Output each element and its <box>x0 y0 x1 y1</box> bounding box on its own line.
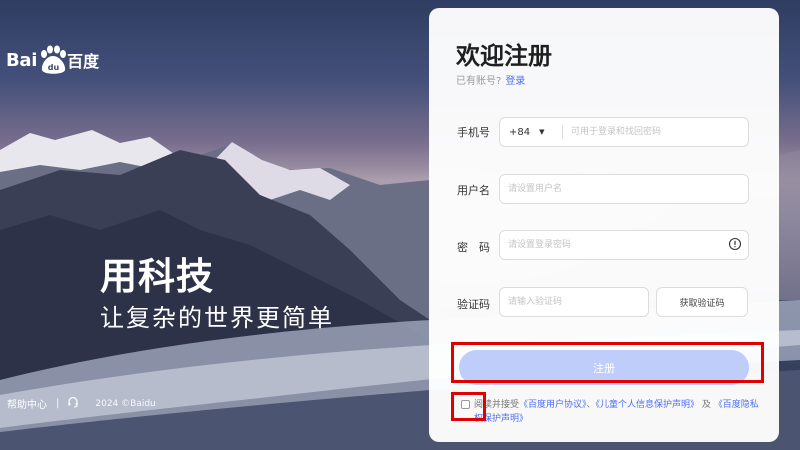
password-visibility-icon[interactable] <box>728 236 748 255</box>
paw-text: du <box>48 63 60 72</box>
agreement-separator: 、 <box>586 400 596 410</box>
password-field <box>499 230 749 260</box>
register-button[interactable]: 注册 <box>459 350 749 385</box>
login-prompt: 已有账号? 登录 <box>456 72 525 87</box>
logo-text: Bai <box>6 49 38 71</box>
username-input[interactable] <box>500 175 748 203</box>
username-field <box>499 174 749 204</box>
logo-chinese-text: 百度 <box>67 52 100 71</box>
headset-icon[interactable] <box>67 396 79 411</box>
copyright: 2024 ©Baidu <box>95 398 156 409</box>
slogan-title: 用科技 <box>100 255 214 298</box>
agreement-prefix: 阅读并接受 <box>474 400 520 410</box>
user-agreement-link[interactable]: 《百度用户协议》 <box>519 400 587 410</box>
phone-input[interactable] <box>563 118 748 146</box>
page-title: 欢迎注册 <box>456 42 552 70</box>
paw-icon: du <box>36 45 68 75</box>
baidu-logo[interactable]: Bai du 百度 <box>6 42 99 78</box>
phone-field: +84 ▼ <box>499 117 749 147</box>
country-code-value: +84 <box>509 126 531 138</box>
phone-label: 手机号 <box>457 126 490 139</box>
verify-code-field <box>499 287 649 317</box>
help-center-link[interactable]: 帮助中心 <box>7 396 47 411</box>
password-label: 密 码 <box>457 241 490 254</box>
have-account-text: 已有账号? <box>456 76 502 87</box>
get-verify-code-button[interactable]: 获取验证码 <box>656 287 748 317</box>
agreement-text: 阅读并接受《百度用户协议》、《儿童个人信息保护声明》 及 《百度隐私权保护声明》 <box>474 398 764 426</box>
footer-separator: | <box>56 398 60 409</box>
username-label: 用户名 <box>457 184 490 197</box>
verify-code-label: 验证码 <box>457 298 490 311</box>
slogan-subtitle: 让复杂的世界更简单 <box>100 304 334 332</box>
verify-code-input[interactable] <box>500 288 648 316</box>
country-code-select[interactable]: +84 ▼ <box>500 118 562 146</box>
chevron-down-icon: ▼ <box>539 128 545 136</box>
password-input[interactable] <box>500 231 728 259</box>
footer: 帮助中心 | 2024 ©Baidu <box>7 396 156 411</box>
login-link[interactable]: 登录 <box>505 76 525 87</box>
register-panel: 欢迎注册 已有账号?登录 手机号 +84 ▼ 用户名 密 码 验证码 获取验证码 <box>429 8 779 442</box>
agreement-checkbox[interactable] <box>461 400 470 409</box>
child-privacy-link[interactable]: 《儿童个人信息保护声明》 <box>596 400 700 410</box>
agreement-separator-and: 及 <box>699 400 714 410</box>
